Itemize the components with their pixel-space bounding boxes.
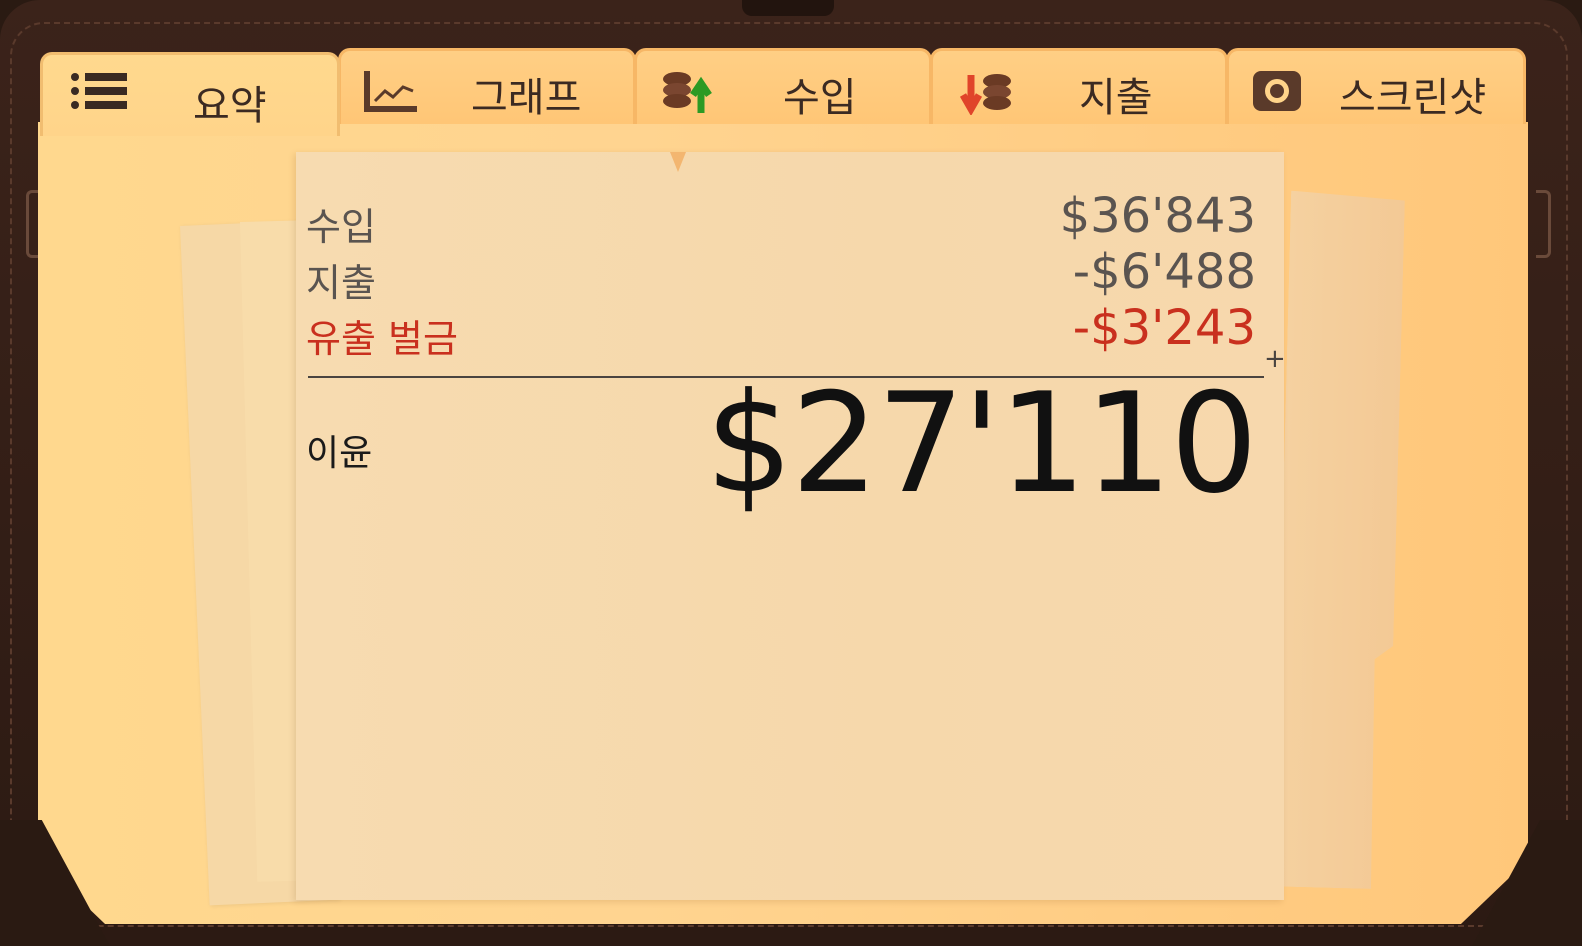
coins-down-icon [955,69,1017,125]
tab-expenses[interactable]: 지출 [930,48,1228,124]
tab-screenshot[interactable]: 스크린샷 [1226,48,1526,124]
income-value: $36'843 [1059,188,1256,244]
penalty-label: 유출 벌금 [306,317,458,361]
profit-value: $27'110 [705,363,1258,524]
tab-screenshot-label: 스크린샷 [1339,75,1487,121]
right-clip [1536,190,1551,258]
tab-summary[interactable]: 요약 [40,52,340,136]
profit-label: 이윤 [306,433,373,474]
tab-expenses-label: 지출 [1079,75,1153,121]
line-graph-icon [363,69,419,123]
plus-sign: + [1264,344,1286,374]
coins-up-icon [659,69,721,125]
paper-notch [670,152,686,172]
list-icon [69,71,129,121]
penalty-value: -$3'243 [1072,300,1256,356]
expenses-label: 지출 [306,261,376,305]
tab-summary-label: 요약 [193,83,267,129]
frame-notch [742,0,834,16]
expenses-value: -$6'488 [1072,244,1256,300]
tab-income-label: 수입 [783,75,857,121]
tab-income[interactable]: 수입 [634,48,932,124]
income-label: 수입 [306,205,376,249]
tab-graph[interactable]: 그래프 [338,48,636,124]
tab-graph-label: 그래프 [471,75,582,121]
camera-icon [1251,69,1303,123]
